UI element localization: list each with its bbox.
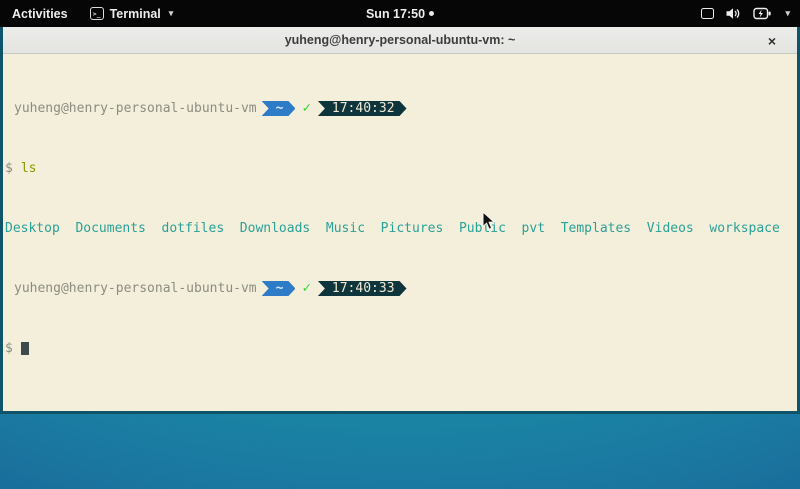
- prompt-user-host: yuheng@henry-personal-ubuntu-vm: [14, 281, 257, 296]
- command-text: ls: [21, 161, 37, 176]
- prompt-cwd-segment: ~: [262, 101, 296, 116]
- window-title-bar[interactable]: yuheng@henry-personal-ubuntu-vm: ~ ×: [3, 27, 797, 54]
- mouse-pointer-icon: [482, 211, 496, 231]
- top-bar-left: Activities >_ Terminal ▾: [0, 0, 183, 27]
- system-tray[interactable]: ▾: [691, 0, 800, 27]
- prompt-symbol: $: [5, 341, 13, 356]
- app-menu-label: Terminal: [110, 7, 161, 21]
- prompt-user-host: yuheng@henry-personal-ubuntu-vm: [14, 101, 257, 116]
- activities-button[interactable]: Activities: [0, 0, 80, 27]
- display-icon: [701, 8, 714, 19]
- ls-output: Desktop Documents dotfiles Downloads Mus…: [5, 221, 795, 236]
- input-line: $: [5, 341, 795, 356]
- prompt-line-1: yuheng@henry-personal-ubuntu-vm ~ ✓ 17:4…: [5, 101, 795, 116]
- top-bar: Activities >_ Terminal ▾ Sun 17:50 ▾: [0, 0, 800, 27]
- status-check-icon: ✓: [302, 281, 310, 296]
- prompt-symbol: $: [5, 161, 13, 176]
- command-line: $ ls: [5, 161, 795, 176]
- prompt-time-segment: 17:40:32: [318, 101, 407, 116]
- close-button[interactable]: ×: [761, 27, 783, 54]
- prompt-line-2: yuheng@henry-personal-ubuntu-vm ~ ✓ 17:4…: [5, 281, 795, 296]
- notification-dot-icon: [429, 11, 434, 16]
- terminal-icon: >_: [90, 7, 104, 20]
- terminal-content[interactable]: yuheng@henry-personal-ubuntu-vm ~ ✓ 17:4…: [3, 54, 797, 411]
- battery-charging-icon: [753, 7, 772, 20]
- window-title: yuheng@henry-personal-ubuntu-vm: ~: [3, 33, 797, 47]
- prompt-time-segment: 17:40:33: [318, 281, 407, 296]
- clock-label: Sun 17:50: [366, 7, 425, 21]
- app-menu-terminal[interactable]: >_ Terminal ▾: [80, 0, 184, 27]
- prompt-cwd-segment: ~: [262, 281, 296, 296]
- chevron-down-icon: ▾: [169, 8, 174, 19]
- terminal-window: yuheng@henry-personal-ubuntu-vm: ~ × yuh…: [0, 27, 800, 414]
- terminal-cursor: [21, 342, 29, 355]
- chevron-down-icon: ▾: [785, 8, 790, 19]
- activities-label: Activities: [12, 7, 68, 21]
- status-check-icon: ✓: [302, 101, 310, 116]
- volume-icon: [725, 7, 742, 20]
